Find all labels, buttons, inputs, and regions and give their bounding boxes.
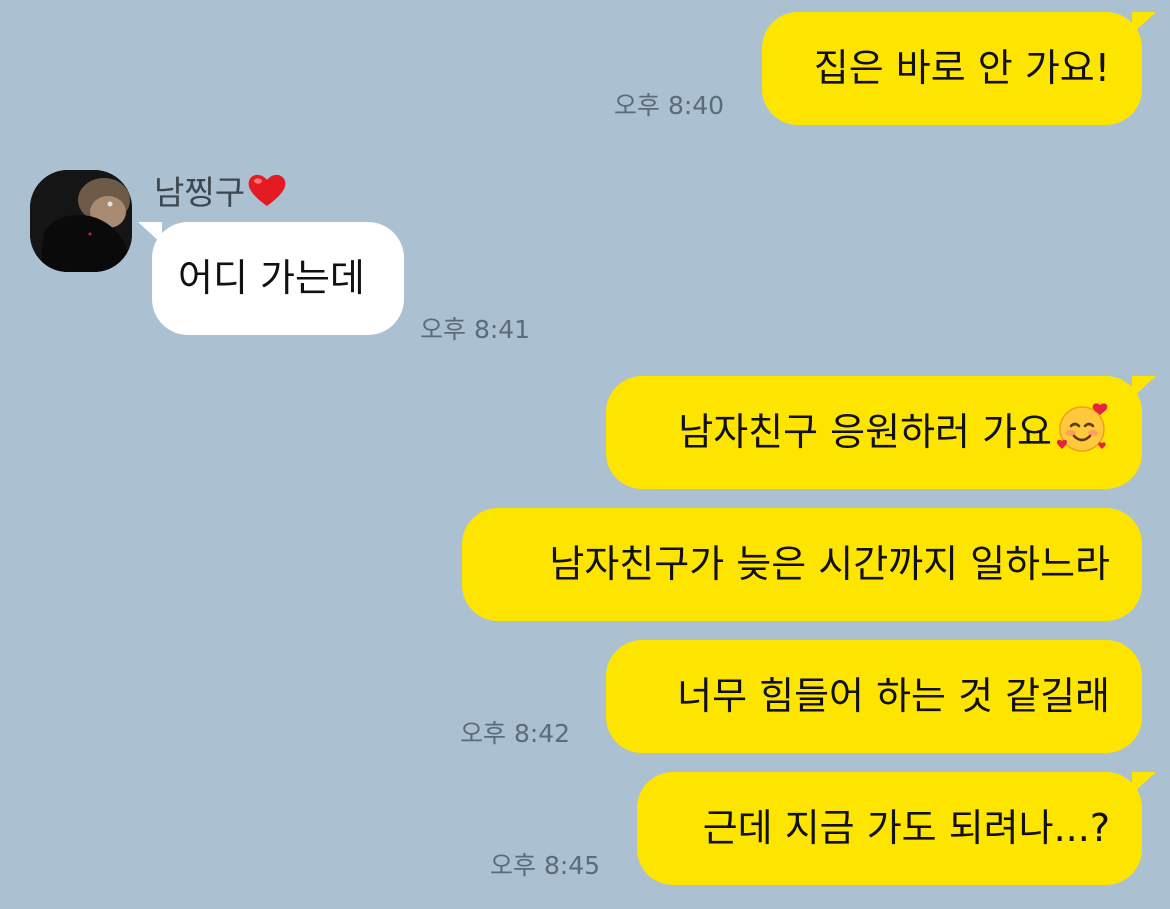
contact-name: 남찡구 [154, 166, 287, 216]
message-timestamp: 오후 8:40 [614, 91, 725, 120]
message-timestamp: 오후 8:41 [420, 315, 531, 344]
bubble-tail [1132, 772, 1156, 794]
message-text: 남자친구 응원하러 가요 [678, 410, 1052, 454]
message-text: 남자친구가 늦은 시간까지 일하느라 [549, 542, 1110, 586]
bubble-tail [138, 222, 162, 244]
contact-avatar-image [30, 170, 132, 272]
contact-avatar[interactable] [30, 170, 132, 272]
message-text: 집은 바로 안 가요! [813, 46, 1110, 90]
message-bubble-outgoing[interactable]: 남자친구가 늦은 시간까지 일하느라 [462, 508, 1142, 621]
red-heart-icon [247, 172, 287, 216]
message-bubble-outgoing[interactable]: 근데 지금 가도 되려나...? [637, 772, 1156, 885]
message-bubble-incoming[interactable]: 어디 가는데 [138, 222, 404, 335]
message-bubble-outgoing[interactable]: 남자친구 응원하러 가요 [606, 376, 1156, 489]
message-text: 근데 지금 가도 되려나...? [702, 806, 1110, 850]
message-timestamp: 오후 8:42 [460, 719, 571, 748]
message-text: 어디 가는데 [178, 256, 365, 300]
bubble-tail [1132, 12, 1156, 34]
smiling-face-with-hearts-icon [1054, 386, 1110, 499]
bubble-tail [1132, 376, 1156, 398]
message-bubble-outgoing[interactable]: 너무 힘들어 하는 것 같길래 [606, 640, 1142, 753]
message-text: 너무 힘들어 하는 것 같길래 [677, 674, 1110, 718]
message-bubble-outgoing[interactable]: 집은 바로 안 가요! [762, 12, 1156, 125]
message-timestamp: 오후 8:45 [490, 851, 601, 880]
contact-name-text: 남찡구 [154, 173, 246, 212]
